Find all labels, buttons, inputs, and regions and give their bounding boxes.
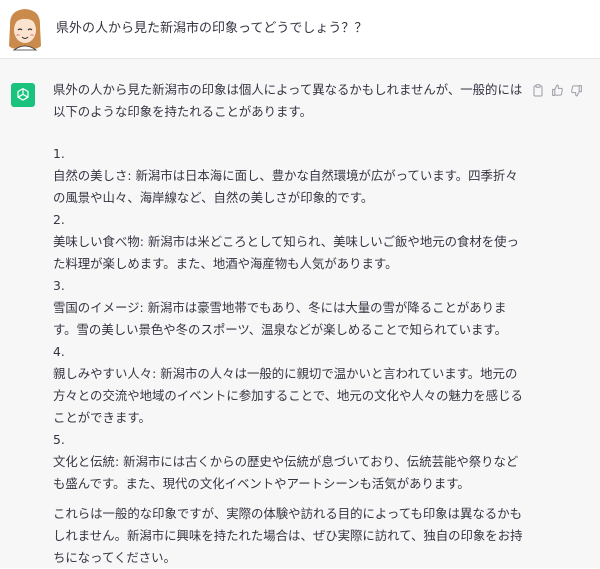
user-message-text: 県外の人から見た新潟市の印象ってどうでしょう？？	[56, 21, 368, 36]
list-item-number: 3.	[53, 278, 65, 293]
list-item-number: 1.	[53, 146, 65, 161]
list-item: 4. 親しみやすい人々: 新潟市の人々は一般的に親切で温かいと言われています。地…	[53, 341, 523, 429]
list-item-text: 文化と伝統: 新潟市には古くからの歴史や伝統が息づいており、伝統芸能や祭りなども…	[53, 454, 519, 491]
list-item: 3. 雪国のイメージ: 新潟市は豪雪地帯でもあり、冬には大量の雪が降ることがあり…	[53, 275, 523, 341]
openai-logo-icon	[11, 83, 35, 107]
list-item: 2. 美味しい食べ物: 新潟市は米どころとして知られ、美味しいご飯や地元の食材を…	[53, 209, 523, 275]
list-item-text: 雪国のイメージ: 新潟市は豪雪地帯でもあり、冬には大量の雪が降ることがあります。…	[53, 300, 507, 337]
user-avatar-icon	[6, 6, 44, 52]
user-message-row: 県外の人から見た新潟市の印象ってどうでしょう？？	[0, 0, 600, 59]
assistant-message-content: 県外の人から見た新潟市の印象は個人によって異なるかもしれませんが、一般的には以下…	[53, 79, 523, 569]
list-item-number: 4.	[53, 344, 65, 359]
list-item-number: 5.	[53, 432, 65, 447]
clipboard-icon[interactable]	[531, 83, 545, 97]
assistant-closing-text: これらは一般的な印象ですが、実際の体験や訪れる目的によっても印象は異なるかもしれ…	[53, 506, 523, 565]
list-item: 1. 自然の美しさ: 新潟市は日本海に面し、豊かな自然環境が広がっています。四季…	[53, 143, 523, 209]
message-actions	[531, 83, 583, 97]
assistant-message-row: 県外の人から見た新潟市の印象は個人によって異なるかもしれませんが、一般的には以下…	[0, 59, 600, 568]
list-item-text: 親しみやすい人々: 新潟市の人々は一般的に親切で温かいと言われています。地元の方…	[53, 366, 523, 425]
list-item-number: 2.	[53, 212, 65, 227]
list-item-text: 自然の美しさ: 新潟市は日本海に面し、豊かな自然環境が広がっています。四季折々の…	[53, 168, 518, 205]
assistant-intro-text: 県外の人から見た新潟市の印象は個人によって異なるかもしれませんが、一般的には以下…	[53, 82, 523, 119]
list-item-text: 美味しい食べ物: 新潟市は米どころとして知られ、美味しいご飯や地元の食材を使った…	[53, 234, 519, 271]
thumbs-up-icon[interactable]	[550, 83, 564, 97]
list-item: 5. 文化と伝統: 新潟市には古くからの歴史や伝統が息づいており、伝統芸能や祭り…	[53, 429, 523, 495]
thumbs-down-icon[interactable]	[569, 83, 583, 97]
